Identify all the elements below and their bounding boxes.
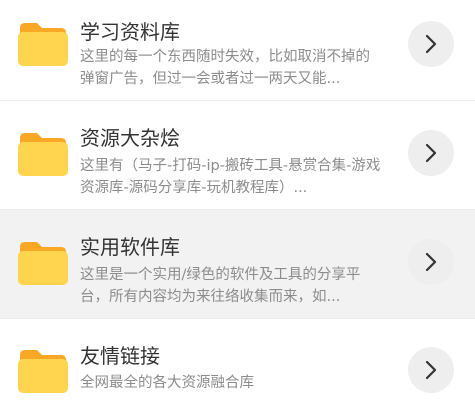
list-item-study-library[interactable]: 学习资料库 这里的每一个东西随时失效，比如取消不掉的 弹窗广告，但过一会或者过一… — [0, 0, 475, 101]
folder-icon — [18, 133, 68, 176]
item-description: 这里是一个实用/绿色的软件及工具的分享平 台，所有内容均为来往络收集而来，如..… — [80, 264, 410, 308]
item-description-line: 这里的每一个东西随时失效，比如取消不掉的 — [80, 49, 370, 65]
list-item-useful-software[interactable]: 实用软件库 这里是一个实用/绿色的软件及工具的分享平 台，所有内容均为来往络收集… — [0, 210, 475, 319]
folder-icon — [18, 242, 68, 285]
folder-icon — [18, 23, 68, 66]
item-description: 全网最全的各大资源融合库 — [80, 372, 410, 394]
item-title: 实用软件库 — [80, 235, 180, 259]
list-item-friend-links[interactable]: 友情链接 全网最全的各大资源融合库 — [0, 319, 475, 418]
folder-icon — [18, 350, 68, 393]
item-description: 这里的每一个东西随时失效，比如取消不掉的 弹窗广告，但过一会或者过一两天又能..… — [80, 46, 410, 90]
chevron-right-icon — [425, 34, 437, 54]
item-title: 资源大杂烩 — [80, 126, 180, 150]
chevron-right-icon — [425, 252, 437, 272]
open-button[interactable] — [408, 347, 454, 393]
chevron-right-icon — [425, 143, 437, 163]
item-description-line: 台，所有内容均为来往络收集而来，如... — [80, 289, 341, 305]
folder-list: 学习资料库 这里的每一个东西随时失效，比如取消不掉的 弹窗广告，但过一会或者过一… — [0, 0, 475, 418]
chevron-right-icon — [425, 360, 437, 380]
item-description-line: 弹窗广告，但过一会或者过一两天又能... — [80, 71, 341, 87]
open-button[interactable] — [408, 239, 454, 285]
list-item-resource-mix[interactable]: 资源大杂烩 这里有（马子-打码-ip-搬砖工具-悬赏合集-游戏 资源库-源码分享… — [0, 101, 475, 210]
item-description-line: 资源库-源码分享库-玩机教程库）... — [80, 180, 308, 196]
item-description-line: 全网最全的各大资源融合库 — [80, 375, 254, 391]
item-description-line: 这里有（马子-打码-ip-搬砖工具-悬赏合集-游戏 — [80, 158, 381, 174]
item-description-line: 这里是一个实用/绿色的软件及工具的分享平 — [80, 267, 361, 283]
item-title: 友情链接 — [80, 344, 160, 368]
open-button[interactable] — [408, 130, 454, 176]
open-button[interactable] — [408, 21, 454, 67]
item-description: 这里有（马子-打码-ip-搬砖工具-悬赏合集-游戏 资源库-源码分享库-玩机教程… — [80, 155, 410, 199]
item-title: 学习资料库 — [80, 20, 180, 44]
